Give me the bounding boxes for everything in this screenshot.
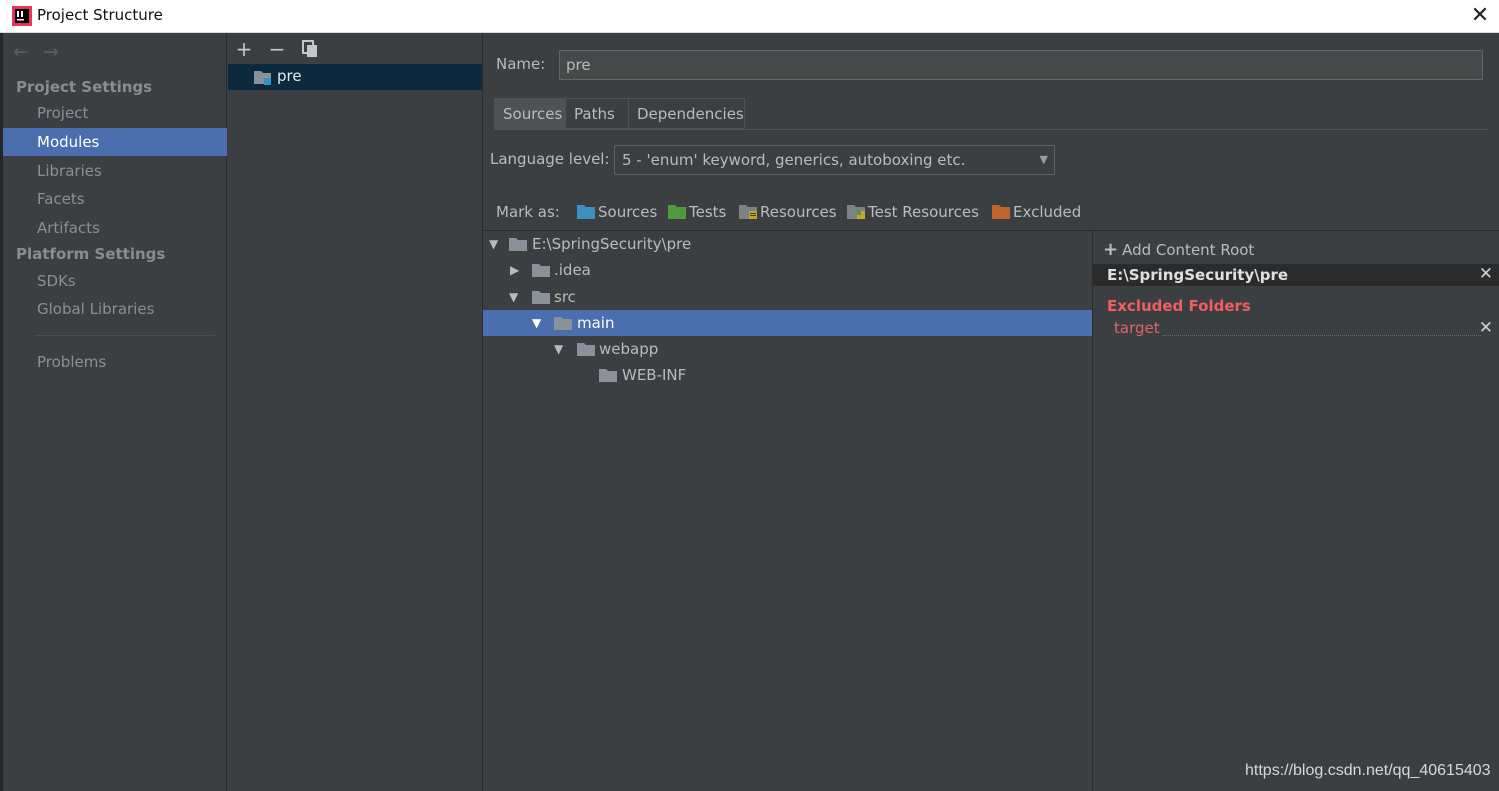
remove-excluded-folder-icon[interactable]: ✕: [1479, 318, 1493, 338]
tree-node-root[interactable]: ▼ E:\SpringSecurity\pre: [483, 231, 1092, 257]
nav-item-sdks[interactable]: SDKs: [3, 267, 227, 295]
mark-as-excluded-label: Excluded: [1013, 203, 1082, 221]
tree-node-label: webapp: [599, 340, 659, 358]
nav-item-facets[interactable]: Facets: [3, 185, 227, 213]
excluded-folder-icon: [992, 205, 1010, 219]
module-list-item[interactable]: pre: [228, 64, 482, 90]
back-arrow-icon[interactable]: ←: [13, 41, 43, 63]
nav-item-libraries[interactable]: Libraries: [3, 157, 227, 185]
platform-settings-heading: Platform Settings: [16, 245, 166, 263]
tree-node-src[interactable]: ▼ src: [483, 284, 1092, 310]
collapsed-arrow-icon[interactable]: ▶: [510, 257, 519, 283]
dotted-leader: [1163, 335, 1481, 336]
window-titlebar: Project Structure ✕: [0, 0, 1499, 33]
resources-folder-icon: [739, 205, 757, 219]
module-name-field[interactable]: pre: [559, 50, 1483, 80]
expanded-arrow-icon[interactable]: ▼: [509, 284, 518, 310]
module-folder-icon: [254, 71, 271, 85]
folder-icon: [554, 317, 572, 330]
watermark-url: https://blog.csdn.net/qq_40615403: [1245, 762, 1491, 779]
module-editor: Name: pre Sources Paths Dependencies Lan…: [483, 33, 1499, 791]
expanded-arrow-icon[interactable]: ▼: [532, 310, 541, 336]
language-level-label: Language level:: [490, 150, 610, 168]
nav-divider: [35, 335, 215, 336]
module-name: pre: [277, 67, 302, 85]
content-roots-panel: + Add Content Root E:\SpringSecurity\pre …: [1092, 230, 1499, 791]
expanded-arrow-icon[interactable]: ▼: [554, 336, 563, 362]
nav-item-problems[interactable]: Problems: [3, 348, 227, 376]
tree-node-web-inf[interactable]: WEB-INF: [483, 362, 1092, 388]
nav-item-global-libraries[interactable]: Global Libraries: [3, 295, 227, 323]
source-folder-tree: ▼ E:\SpringSecurity\pre ▶ .idea ▼ src ▼ …: [483, 230, 1092, 791]
window-title: Project Structure: [37, 6, 163, 24]
folder-icon: [599, 369, 617, 382]
content-root-header: E:\SpringSecurity\pre ✕: [1093, 264, 1499, 286]
test-resources-folder-icon: [847, 205, 865, 219]
tabs-underline: [494, 129, 1489, 130]
expanded-arrow-icon[interactable]: ▼: [489, 231, 498, 257]
chevron-down-icon: ▼: [1039, 153, 1048, 166]
mark-as-sources-label: Sources: [598, 203, 658, 221]
tree-node-label: WEB-INF: [622, 366, 687, 384]
plus-icon: +: [1103, 239, 1119, 260]
mark-as-excluded-button[interactable]: Excluded: [992, 203, 1081, 221]
module-toolbar: + −: [228, 33, 482, 63]
add-content-root-label: Add Content Root: [1122, 241, 1255, 259]
copy-icon: [302, 40, 317, 57]
module-list-panel: + − pre: [228, 33, 483, 791]
tree-node-label: main: [577, 314, 615, 332]
tree-node-label: E:\SpringSecurity\pre: [532, 235, 692, 253]
history-navigation: ← →: [13, 41, 73, 63]
settings-navigation: ← → Project Settings Project Modules Libr…: [3, 33, 227, 791]
folder-icon: [532, 291, 550, 304]
tree-node-idea[interactable]: ▶ .idea: [483, 257, 1092, 283]
add-content-root-button[interactable]: + Add Content Root: [1103, 239, 1254, 260]
sources-folder-icon: [577, 205, 595, 219]
language-level-dropdown[interactable]: 5 - 'enum' keyword, generics, autoboxing…: [614, 145, 1055, 175]
tab-dependencies[interactable]: Dependencies: [628, 98, 745, 129]
folder-icon: [532, 264, 550, 277]
mark-as-resources-button[interactable]: Resources: [739, 203, 837, 221]
mark-as-test-resources-label: Test Resources: [868, 203, 979, 221]
excluded-folder-item[interactable]: target: [1114, 319, 1160, 337]
project-settings-heading: Project Settings: [16, 78, 153, 96]
language-level-value: 5 - 'enum' keyword, generics, autoboxing…: [622, 151, 966, 169]
add-module-button[interactable]: +: [232, 37, 256, 61]
mark-as-tests-label: Tests: [689, 203, 727, 221]
remove-module-button[interactable]: −: [265, 37, 289, 61]
content-root-path: E:\SpringSecurity\pre: [1107, 266, 1289, 284]
mark-as-test-resources-button[interactable]: Test Resources: [847, 203, 979, 221]
name-label: Name:: [496, 55, 546, 73]
nav-item-project[interactable]: Project: [3, 99, 227, 127]
tree-node-label: .idea: [554, 261, 591, 279]
tab-paths[interactable]: Paths: [565, 98, 629, 129]
window-close-button[interactable]: ✕: [1462, 1, 1498, 31]
remove-content-root-icon[interactable]: ✕: [1479, 264, 1493, 284]
copy-module-button[interactable]: [298, 37, 322, 61]
tree-node-main[interactable]: ▼ main: [483, 310, 1092, 336]
excluded-folders-heading: Excluded Folders: [1107, 297, 1251, 315]
intellij-app-icon: [12, 6, 32, 26]
folder-icon: [577, 343, 595, 356]
tree-node-webapp[interactable]: ▼ webapp: [483, 336, 1092, 362]
mark-as-resources-label: Resources: [760, 203, 837, 221]
mark-as-tests-button[interactable]: Tests: [668, 203, 726, 221]
mark-as-sources-button[interactable]: Sources: [577, 203, 657, 221]
folder-icon: [509, 238, 527, 251]
forward-arrow-icon[interactable]: →: [43, 41, 73, 63]
tree-node-label: src: [554, 288, 576, 306]
tab-sources[interactable]: Sources: [494, 98, 566, 129]
nav-item-artifacts[interactable]: Artifacts: [3, 214, 227, 242]
mark-as-label: Mark as:: [496, 203, 560, 221]
nav-item-modules[interactable]: Modules: [3, 128, 227, 156]
tests-folder-icon: [668, 205, 686, 219]
